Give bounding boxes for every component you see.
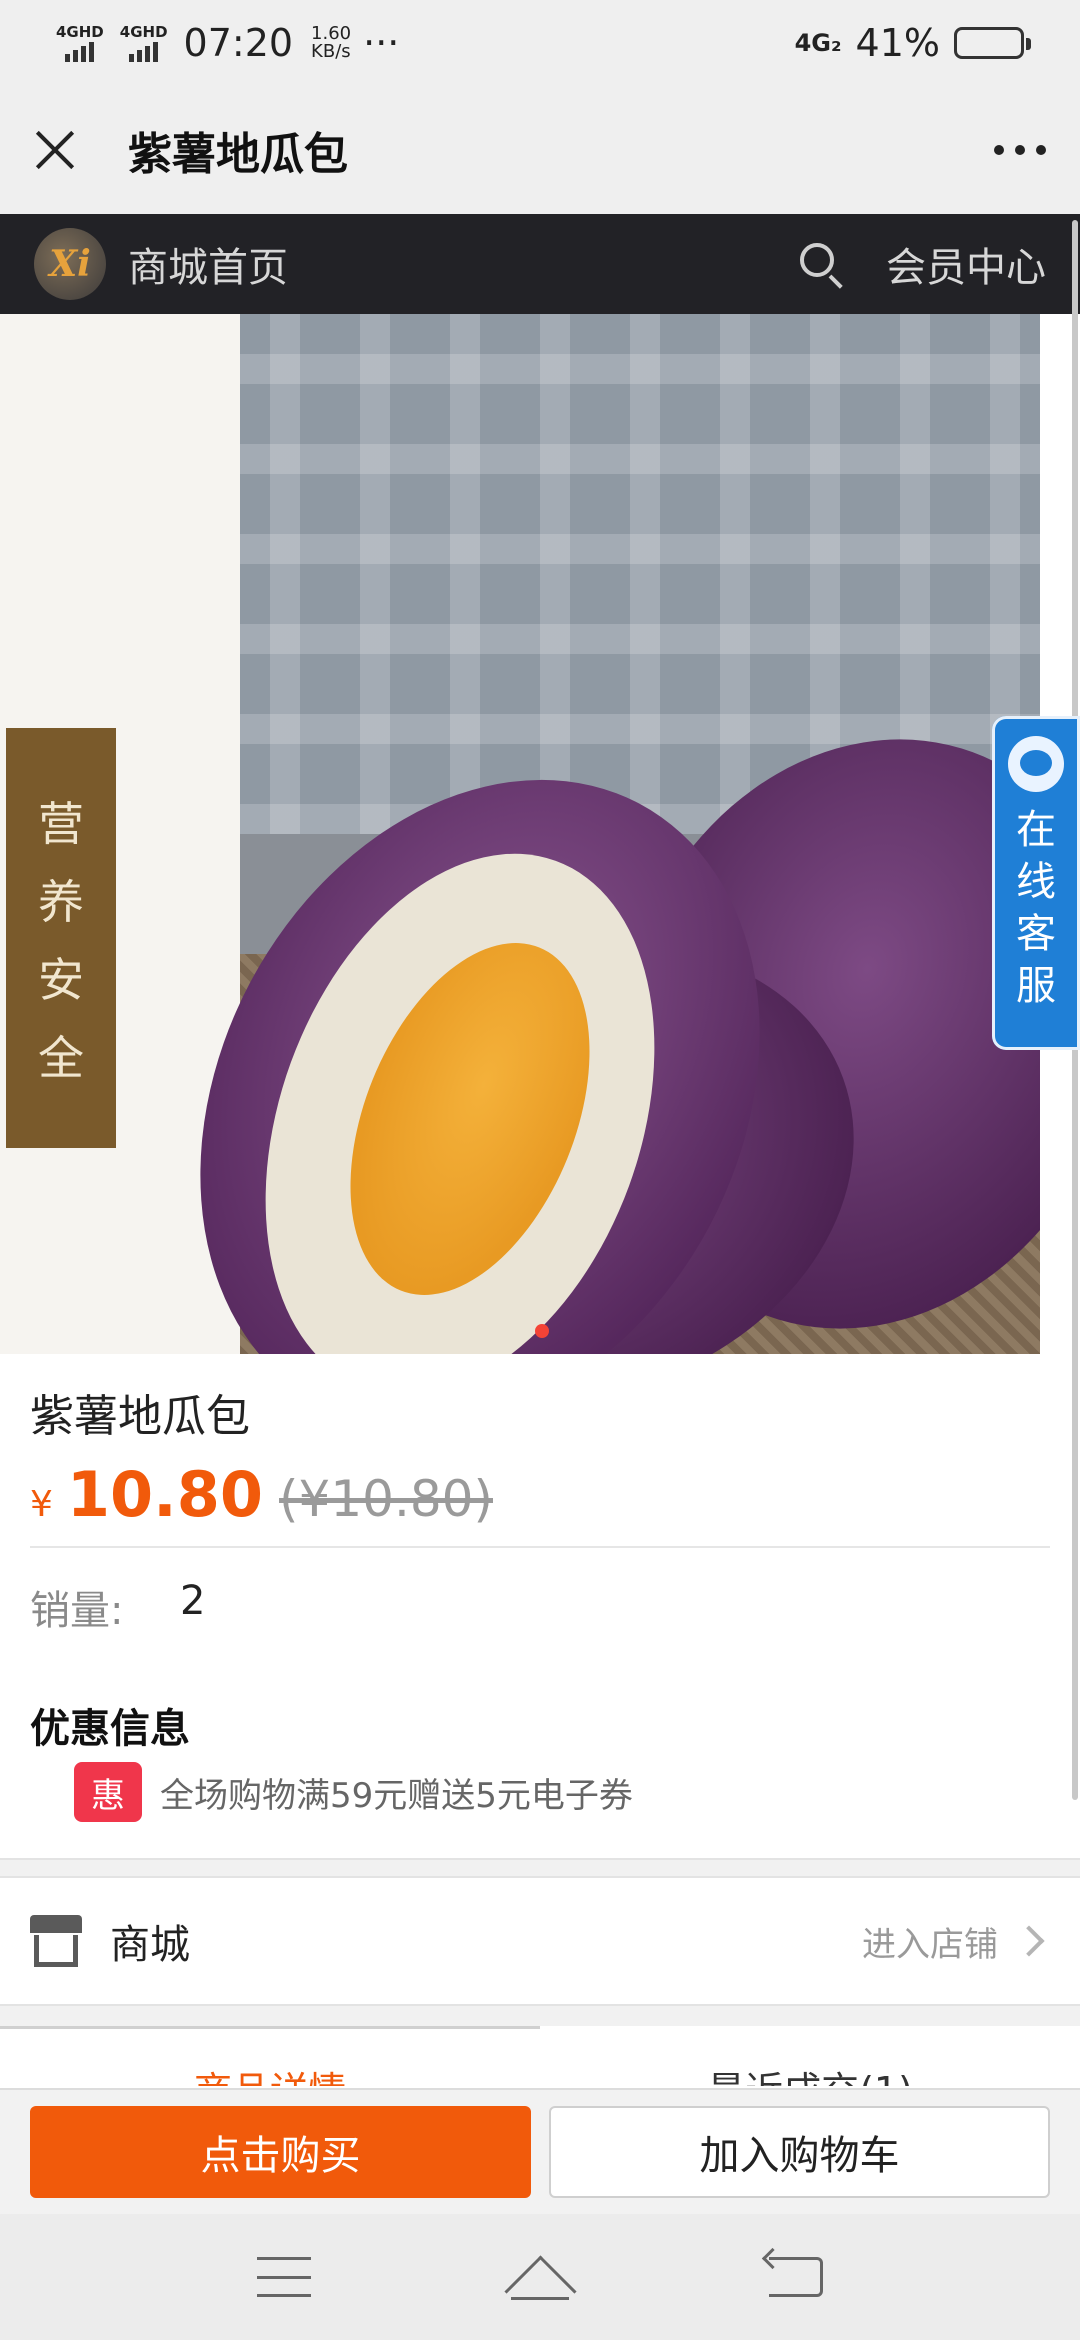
banner-char: 养 — [38, 875, 84, 929]
system-nav-bar — [0, 2214, 1080, 2340]
action-bar: 点击购买 加入购物车 — [0, 2088, 1080, 2214]
network-1-label: 4GHD — [56, 22, 104, 41]
member-center-link[interactable]: 会员中心 — [886, 235, 1046, 293]
promotion-heading: 优惠信息 — [30, 1706, 190, 1752]
store-row[interactable]: 商城 进入店铺 — [0, 1878, 1080, 2006]
service-char: 在 — [1016, 807, 1056, 853]
carousel-dot-indicator[interactable] — [535, 1324, 549, 1338]
shop-logo[interactable]: Xi — [34, 228, 106, 300]
shop-home-link[interactable]: 商城首页 — [128, 235, 288, 293]
battery-icon — [954, 27, 1031, 59]
clock: 07:20 — [183, 21, 294, 65]
price: 10.80 — [66, 1458, 264, 1531]
battery-percent: 41% — [855, 21, 940, 65]
network-speed-unit: KB/s — [311, 41, 351, 62]
banner-char: 营 — [38, 797, 84, 851]
store-icon — [30, 1915, 82, 1967]
promotion-item: 惠 全场购物满59元赠送5元电子券 — [74, 1762, 633, 1822]
signal-4g-icon: 4G₂ — [794, 29, 842, 57]
sales-value: 2 — [180, 1578, 206, 1624]
product-image[interactable]: 营 养 安 全 — [0, 314, 1040, 1354]
add-to-cart-button[interactable]: 加入购物车 — [549, 2106, 1050, 2198]
network-2-label: 4GHD — [119, 22, 168, 41]
detail-tabs: 商品详情 最近成交(1) — [0, 2026, 1080, 2086]
tab-recent-deals[interactable]: 最近成交(1) — [540, 2026, 1080, 2086]
home-icon[interactable] — [505, 2254, 575, 2300]
more-options-icon[interactable] — [990, 125, 1050, 175]
status-right: 4G₂ 41% — [794, 21, 1031, 65]
shop-header: Xi 商城首页 会员中心 — [0, 214, 1080, 314]
product-name: 紫薯地瓜包 — [30, 1391, 250, 1442]
status-left: 4GHD 4GHD 07:20 1.60 KB/s ··· — [56, 21, 399, 65]
service-char: 客 — [1016, 911, 1056, 957]
title-bar: 紫薯地瓜包 — [0, 86, 1080, 214]
sales-label: 销量: — [30, 1588, 124, 1634]
signal-2-icon: 4GHD — [119, 22, 168, 62]
banner-char: 安 — [38, 953, 84, 1007]
tab-product-details[interactable]: 商品详情 — [0, 2026, 540, 2086]
enter-store-link[interactable]: 进入店铺 — [862, 1917, 998, 1966]
currency-symbol: ¥ — [30, 1484, 53, 1525]
network-speed: 1.60 KB/s — [311, 25, 351, 61]
image-banner: 营 养 安 全 — [6, 728, 116, 1148]
divider — [30, 1546, 1050, 1548]
search-icon[interactable] — [796, 239, 846, 289]
back-icon[interactable] — [769, 2257, 823, 2297]
promotion-text: 全场购物满59元赠送5元电子券 — [160, 1775, 633, 1816]
store-name: 商城 — [110, 1922, 190, 1968]
service-char: 线 — [1016, 859, 1056, 905]
banner-char: 全 — [38, 1031, 84, 1085]
original-price: (¥10.80) — [279, 1470, 493, 1528]
page-title: 紫薯地瓜包 — [128, 129, 348, 180]
online-service-button[interactable]: 在 线 客 服 — [992, 716, 1080, 1050]
status-more-icon: ··· — [363, 21, 400, 65]
online-service-label: 在 线 客 服 — [1016, 806, 1056, 1010]
status-bar: 4GHD 4GHD 07:20 1.60 KB/s ··· 4G₂ 41% — [0, 0, 1080, 86]
buy-now-button[interactable]: 点击购买 — [30, 2106, 531, 2198]
customer-service-icon — [1008, 736, 1064, 792]
section-separator — [0, 1858, 1080, 1878]
chevron-right-icon — [1013, 1925, 1045, 1957]
signal-1-icon: 4GHD — [56, 22, 104, 62]
service-char: 服 — [1016, 963, 1056, 1009]
section-separator — [0, 2006, 1080, 2026]
shop-logo-text: Xi — [49, 243, 91, 285]
price-row: ¥ 10.80 (¥10.80) — [30, 1458, 493, 1531]
menu-icon[interactable] — [257, 2257, 311, 2297]
promotion-badge: 惠 — [74, 1762, 142, 1822]
close-icon[interactable] — [30, 125, 80, 175]
